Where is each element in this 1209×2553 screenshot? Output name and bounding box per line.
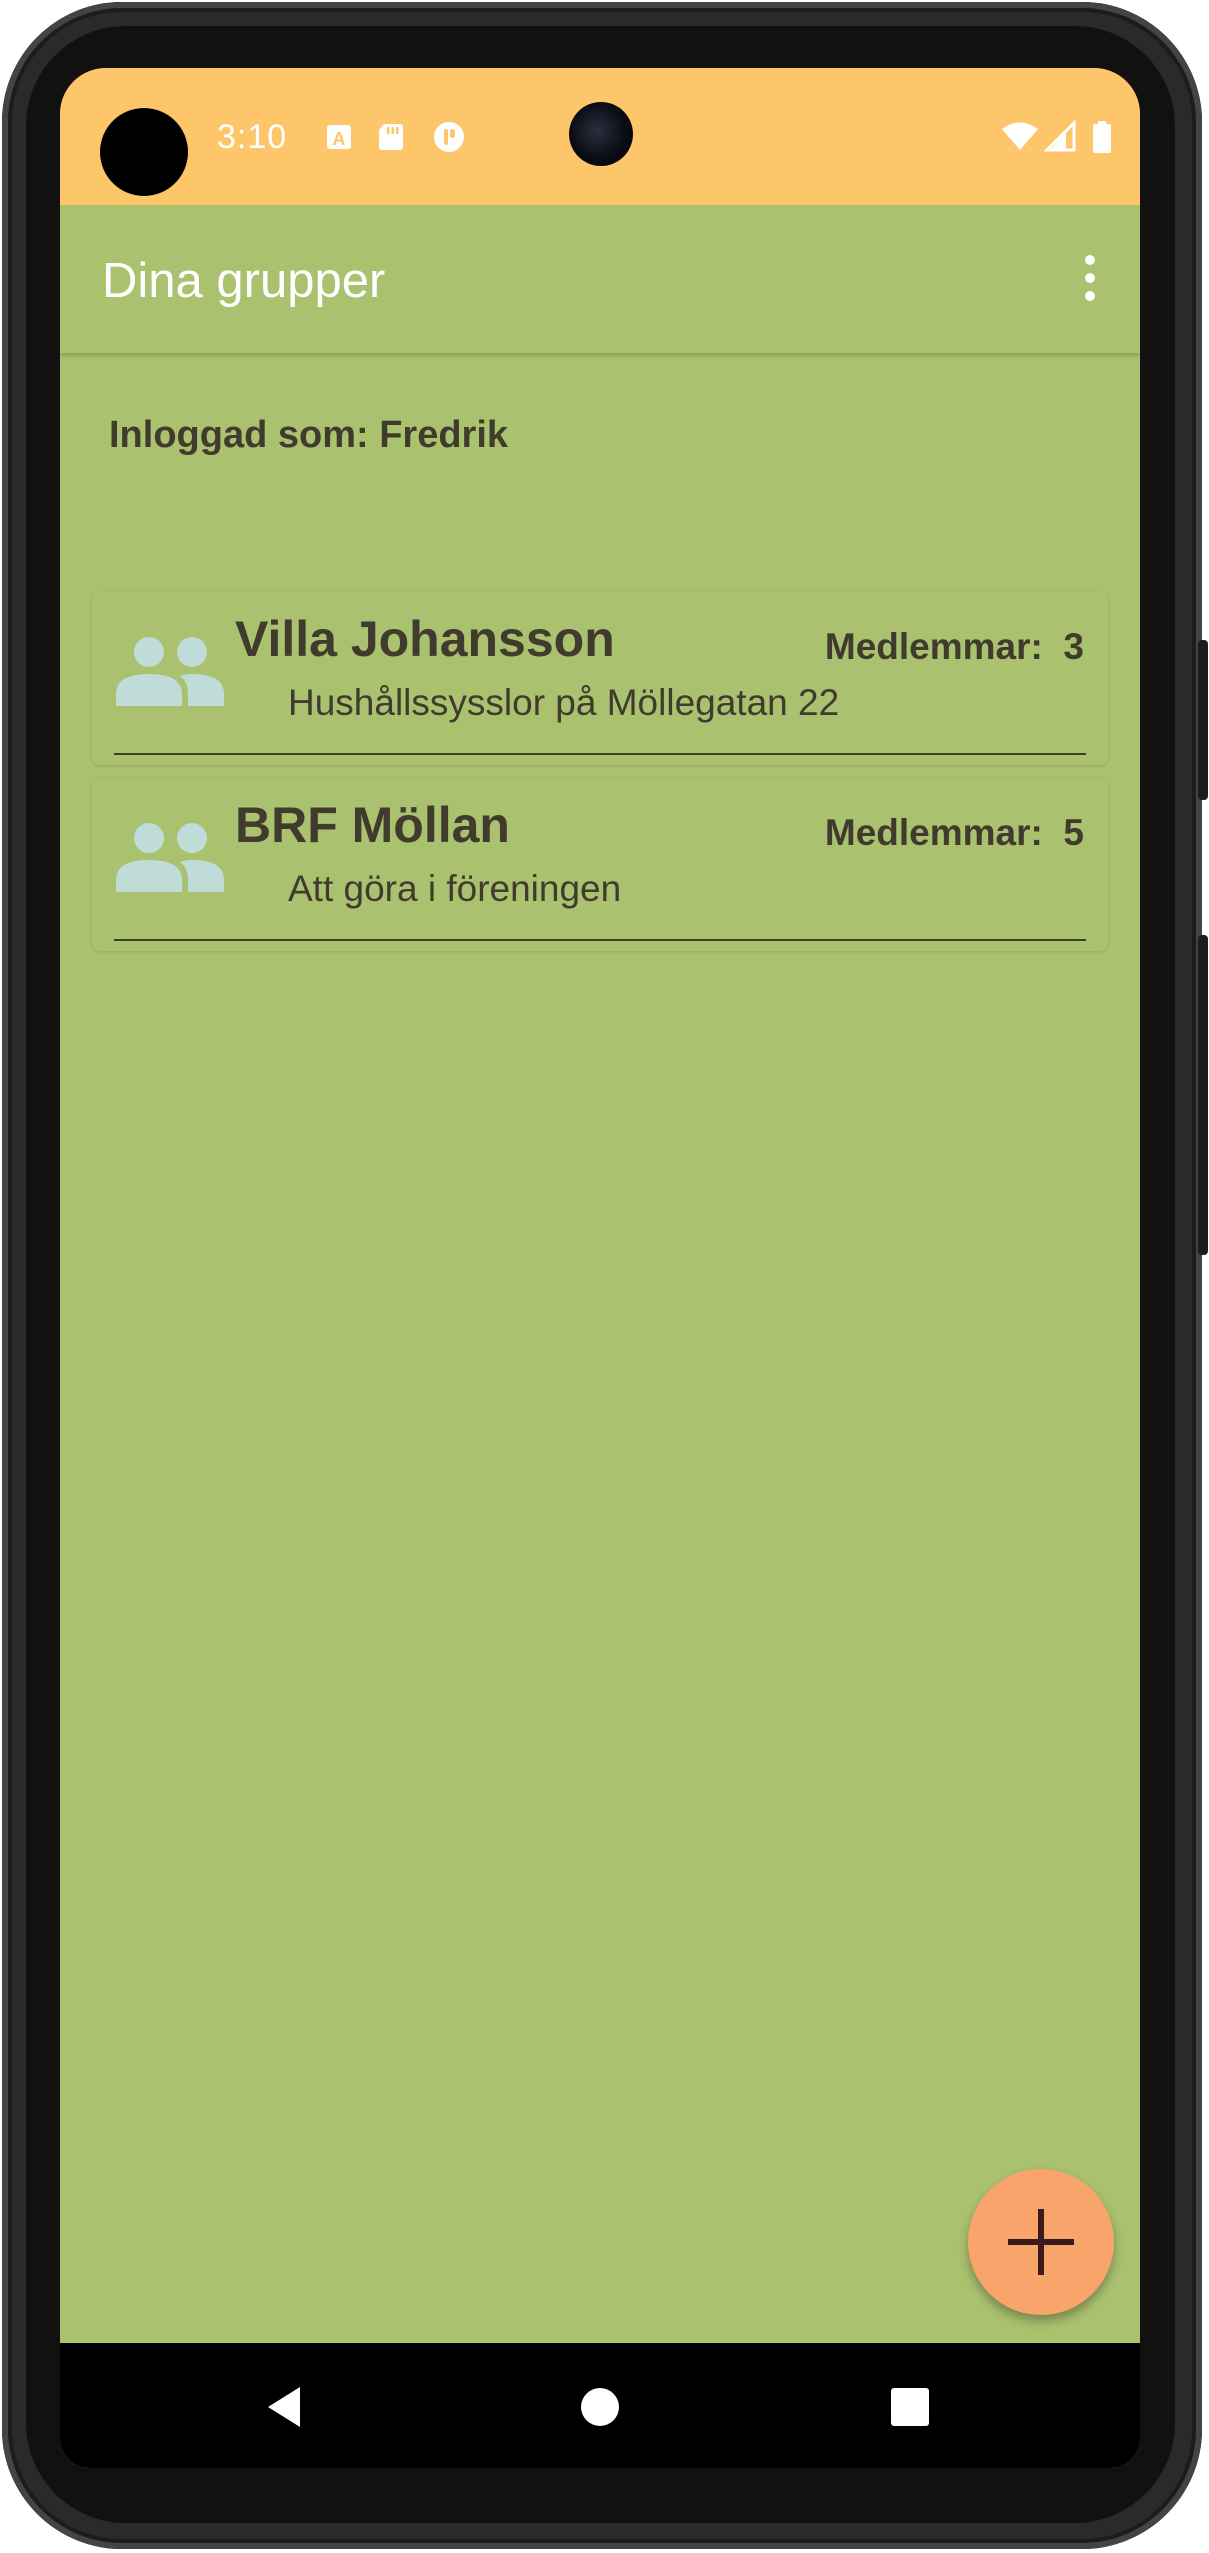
navigation-bar [60, 2343, 1140, 2468]
front-camera [569, 102, 633, 166]
card-divider [114, 939, 1086, 941]
a-square-icon: A [327, 125, 351, 149]
app-bar: Dina grupper [60, 205, 1140, 353]
card-divider [114, 753, 1086, 755]
status-time: 3:10 [217, 118, 288, 156]
wifi-icon [1002, 122, 1038, 150]
members-count: Medlemmar: 5 [824, 812, 1084, 853]
group-card-brf-mollan[interactable]: BRF Möllan Att göra i föreningen Medlemm… [92, 778, 1108, 951]
status-avatar-dot [100, 108, 188, 196]
overflow-menu-icon[interactable] [1078, 255, 1102, 305]
home-icon[interactable] [570, 2377, 630, 2437]
group-icon [116, 637, 224, 706]
group-icon [116, 823, 224, 892]
back-icon[interactable] [258, 2377, 318, 2437]
group-name: BRF Möllan [235, 797, 510, 853]
battery-icon [1093, 121, 1111, 153]
screen: 3:10 A Dina grupper Inloggad som: Fredri… [60, 68, 1140, 2468]
group-description: Att göra i föreningen [288, 868, 622, 909]
volume-button [1198, 935, 1208, 1255]
power-button [1198, 640, 1208, 800]
members-count: Medlemmar: 3 [824, 626, 1084, 667]
logged-in-label: Inloggad som: Fredrik [109, 414, 509, 456]
group-description: Hushållssysslor på Möllegatan 22 [288, 682, 840, 723]
signal-icon [1044, 120, 1076, 152]
group-card-villa-johansson[interactable]: Villa Johansson Hushållssysslor på Mölle… [92, 592, 1108, 765]
sd-card-icon [379, 124, 403, 150]
page-title: Dina grupper [102, 254, 386, 308]
svg-text:A: A [333, 129, 346, 149]
status-bar: 3:10 A [60, 68, 1140, 205]
group-name: Villa Johansson [235, 611, 615, 667]
add-group-button[interactable] [968, 2169, 1114, 2315]
recents-icon[interactable] [880, 2377, 940, 2437]
circle-app-icon [434, 122, 464, 152]
phone-frame: 3:10 A Dina grupper Inloggad som: Fredri… [0, 0, 1209, 2553]
